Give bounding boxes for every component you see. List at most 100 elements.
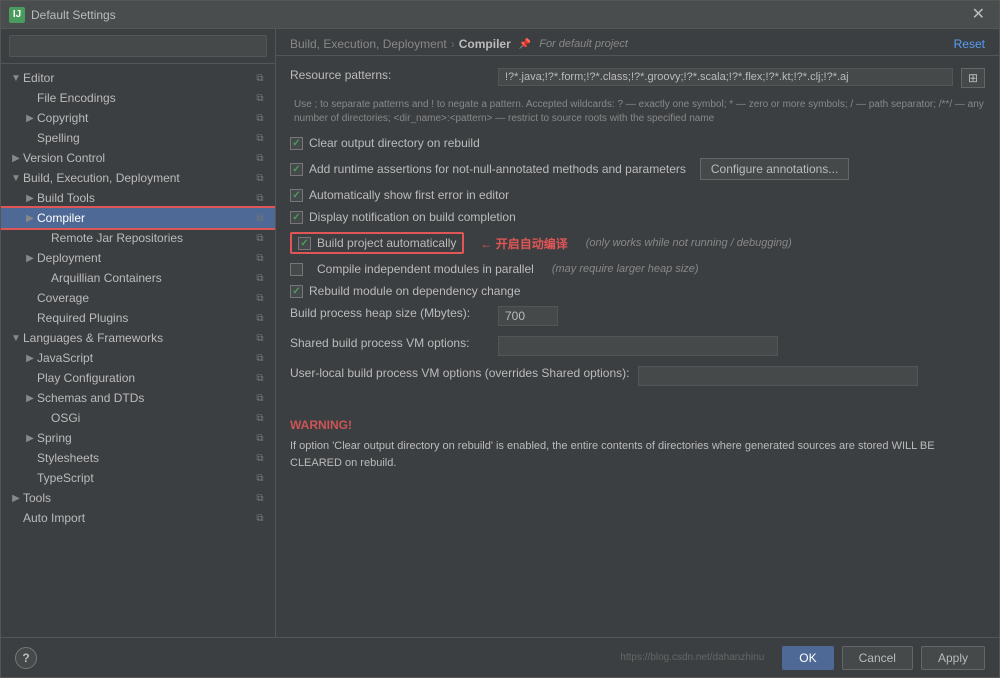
expand-arrow-vc bbox=[9, 151, 23, 165]
show-first-error-row: Automatically show first error in editor bbox=[290, 188, 985, 202]
sidebar-item-spring[interactable]: Spring ⧉ bbox=[1, 428, 275, 448]
clear-output-checkbox[interactable] bbox=[290, 137, 303, 150]
sidebar-item-arquillian[interactable]: Arquillian Containers ⧉ bbox=[1, 268, 275, 288]
sidebar-item-languages-frameworks[interactable]: Languages & Frameworks ⧉ bbox=[1, 328, 275, 348]
title-bar-left: IJ Default Settings bbox=[9, 7, 116, 23]
compile-parallel-note: (may require larger heap size) bbox=[552, 263, 699, 275]
expand-arrow-deployment bbox=[23, 251, 37, 265]
leaf-arrow bbox=[37, 231, 51, 245]
compile-parallel-label: Compile independent modules in parallel bbox=[317, 262, 534, 276]
expand-arrow-spring bbox=[23, 431, 37, 445]
rebuild-on-dependency-row: Rebuild module on dependency change bbox=[290, 284, 985, 298]
search-input[interactable] bbox=[9, 35, 267, 57]
compile-parallel-checkbox[interactable] bbox=[290, 263, 303, 276]
heap-size-row: Build process heap size (Mbytes): bbox=[290, 306, 985, 326]
copy-icon: ⧉ bbox=[253, 311, 267, 325]
copy-icon: ⧉ bbox=[253, 351, 267, 365]
notification-build-checkbox[interactable] bbox=[290, 211, 303, 224]
sidebar-item-osgi[interactable]: OSGi ⧉ bbox=[1, 408, 275, 428]
sidebar-item-label: Required Plugins bbox=[37, 311, 249, 325]
close-button[interactable]: ✕ bbox=[966, 5, 991, 25]
sidebar-item-label: Compiler bbox=[37, 211, 249, 225]
sidebar-item-auto-import[interactable]: Auto Import ⧉ bbox=[1, 508, 275, 528]
copy-icon: ⧉ bbox=[253, 391, 267, 405]
runtime-assertions-checkbox[interactable] bbox=[290, 163, 303, 176]
heap-size-input[interactable] bbox=[498, 306, 558, 326]
leaf-arrow bbox=[37, 411, 51, 425]
expand-arrow-sdtd bbox=[23, 391, 37, 405]
sidebar-item-compiler[interactable]: Compiler ⧉ bbox=[1, 208, 275, 228]
panel-header: Build, Execution, Deployment › Compiler … bbox=[276, 29, 999, 56]
help-button[interactable]: ? bbox=[15, 647, 37, 669]
main-panel: Build, Execution, Deployment › Compiler … bbox=[276, 29, 999, 637]
resource-patterns-input[interactable] bbox=[498, 68, 953, 86]
shared-vm-input[interactable] bbox=[498, 336, 778, 356]
copy-icon: ⧉ bbox=[253, 331, 267, 345]
warning-title: WARNING! bbox=[290, 416, 985, 434]
reset-link[interactable]: Reset bbox=[954, 37, 985, 51]
search-bar bbox=[1, 29, 275, 64]
build-automatically-annotation: ← 开启自动编译 bbox=[480, 235, 567, 252]
sidebar-item-label: Version Control bbox=[23, 151, 249, 165]
sidebar-item-build-tools[interactable]: Build Tools ⧉ bbox=[1, 188, 275, 208]
copy-icon: ⧉ bbox=[253, 211, 267, 225]
sidebar-item-label: JavaScript bbox=[37, 351, 249, 365]
configure-annotations-button[interactable]: Configure annotations... bbox=[700, 158, 849, 180]
copy-icon: ⧉ bbox=[253, 231, 267, 245]
sidebar-item-label: Stylesheets bbox=[37, 451, 249, 465]
sidebar-item-label: Editor bbox=[23, 71, 249, 85]
bottom-bar: ? https://blog.csdn.net/dahanzhinu OK Ca… bbox=[1, 637, 999, 677]
breadcrumb: Build, Execution, Deployment › Compiler … bbox=[290, 37, 628, 51]
sidebar-item-coverage[interactable]: Coverage ⧉ bbox=[1, 288, 275, 308]
sidebar-item-spelling[interactable]: Spelling ⧉ bbox=[1, 128, 275, 148]
compile-parallel-row: Compile independent modules in parallel … bbox=[290, 262, 985, 276]
breadcrumb-part1: Build, Execution, Deployment bbox=[290, 37, 447, 51]
sidebar-item-build-execution-deployment[interactable]: Build, Execution, Deployment ⧉ bbox=[1, 168, 275, 188]
expand-arrow-copyright bbox=[23, 111, 37, 125]
cancel-button[interactable]: Cancel bbox=[842, 646, 913, 670]
expand-arrow-bt bbox=[23, 191, 37, 205]
sidebar-item-required-plugins[interactable]: Required Plugins ⧉ bbox=[1, 308, 275, 328]
content-area: Editor ⧉ File Encodings ⧉ Copyright ⧉ Sp… bbox=[1, 29, 999, 637]
build-automatically-note: (only works while not running / debuggin… bbox=[586, 237, 792, 249]
main-window: IJ Default Settings ✕ Editor ⧉ File Enco… bbox=[0, 0, 1000, 678]
copy-icon: ⧉ bbox=[253, 411, 267, 425]
sidebar-item-label: File Encodings bbox=[37, 91, 249, 105]
sidebar-item-label: Play Configuration bbox=[37, 371, 249, 385]
resource-patterns-browse-button[interactable]: ⊞ bbox=[961, 68, 985, 88]
copy-icon: ⧉ bbox=[253, 511, 267, 525]
sidebar-item-copyright[interactable]: Copyright ⧉ bbox=[1, 108, 275, 128]
sidebar-item-typescript[interactable]: TypeScript ⧉ bbox=[1, 468, 275, 488]
sidebar-tree: Editor ⧉ File Encodings ⧉ Copyright ⧉ Sp… bbox=[1, 64, 275, 637]
runtime-assertions-label: Add runtime assertions for not-null-anno… bbox=[309, 162, 686, 176]
copy-icon: ⧉ bbox=[253, 111, 267, 125]
sidebar-item-deployment[interactable]: Deployment ⧉ bbox=[1, 248, 275, 268]
sidebar-item-schemas-dtds[interactable]: Schemas and DTDs ⧉ bbox=[1, 388, 275, 408]
user-vm-input[interactable] bbox=[638, 366, 918, 386]
expand-arrow-lf bbox=[9, 331, 23, 345]
sidebar-item-tools[interactable]: Tools ⧉ bbox=[1, 488, 275, 508]
sidebar-item-play-configuration[interactable]: Play Configuration ⧉ bbox=[1, 368, 275, 388]
notification-build-label: Display notification on build completion bbox=[309, 210, 516, 224]
resource-patterns-help: Use ; to separate patterns and ! to nega… bbox=[290, 98, 985, 126]
build-automatically-checkbox[interactable] bbox=[298, 237, 311, 250]
ok-button[interactable]: OK bbox=[782, 646, 833, 670]
copy-icon: ⧉ bbox=[253, 371, 267, 385]
copy-icon: ⧉ bbox=[253, 91, 267, 105]
copy-icon: ⧉ bbox=[253, 251, 267, 265]
sidebar-item-stylesheets[interactable]: Stylesheets ⧉ bbox=[1, 448, 275, 468]
build-automatically-highlight-box: Build project automatically bbox=[290, 232, 464, 254]
sidebar-item-version-control[interactable]: Version Control ⧉ bbox=[1, 148, 275, 168]
copy-icon: ⧉ bbox=[253, 171, 267, 185]
show-first-error-checkbox[interactable] bbox=[290, 189, 303, 202]
sidebar-item-label: Deployment bbox=[37, 251, 249, 265]
title-bar: IJ Default Settings ✕ bbox=[1, 1, 999, 29]
sidebar-item-javascript[interactable]: JavaScript ⧉ bbox=[1, 348, 275, 368]
sidebar-item-editor[interactable]: Editor ⧉ bbox=[1, 68, 275, 88]
rebuild-on-dependency-checkbox[interactable] bbox=[290, 285, 303, 298]
apply-button[interactable]: Apply bbox=[921, 646, 985, 670]
sidebar-item-file-encodings[interactable]: File Encodings ⧉ bbox=[1, 88, 275, 108]
user-vm-row: User-local build process VM options (ove… bbox=[290, 366, 985, 386]
sidebar-item-remote-jar[interactable]: Remote Jar Repositories ⧉ bbox=[1, 228, 275, 248]
notification-build-row: Display notification on build completion bbox=[290, 210, 985, 224]
